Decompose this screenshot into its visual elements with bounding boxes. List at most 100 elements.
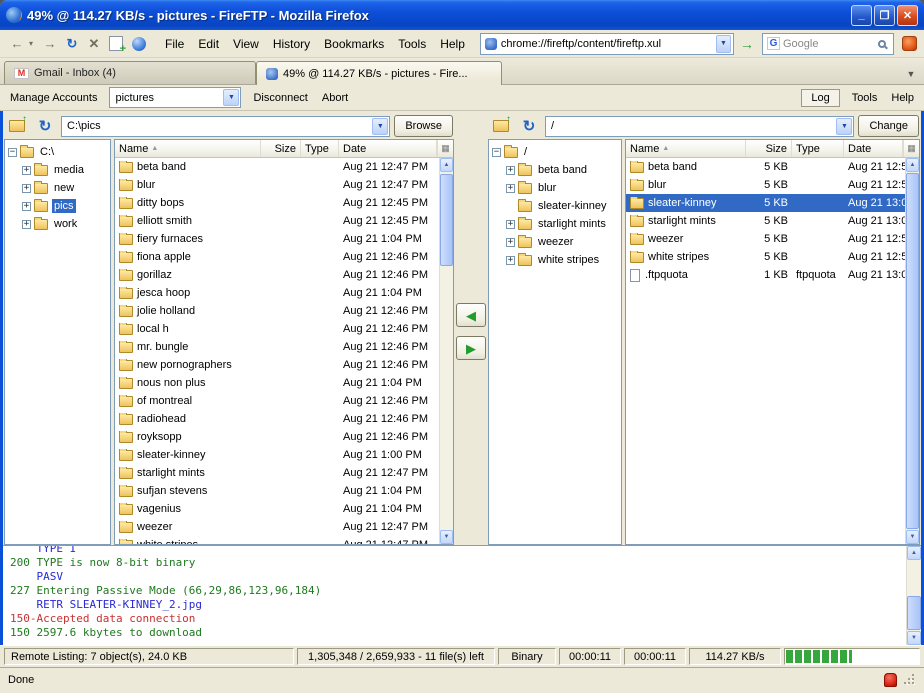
log-scrollbar[interactable]: ▲ ▼	[906, 546, 921, 645]
remote-tree-item[interactable]: − /	[489, 143, 621, 161]
local-file-row[interactable]: white stripes Aug 21 12:47 PM	[115, 536, 439, 544]
local-tree-item[interactable]: + pics	[5, 197, 110, 215]
expand-icon[interactable]: +	[22, 219, 31, 229]
scroll-up-icon[interactable]: ▲	[440, 158, 453, 172]
tools-menu-button[interactable]: Tools	[850, 90, 880, 106]
local-file-row[interactable]: weezer Aug 21 12:47 PM	[115, 518, 439, 536]
search-magnifier-icon[interactable]	[878, 39, 886, 48]
column-header-name[interactable]: Name ▲	[626, 140, 746, 157]
reload-icon[interactable]: ↻	[62, 34, 82, 54]
chevron-down-icon[interactable]: ▼	[372, 117, 389, 135]
new-tab-icon[interactable]	[109, 36, 126, 55]
column-picker-button[interactable]: ▦	[903, 140, 919, 157]
remote-tree-item[interactable]: + white stripes	[489, 251, 621, 269]
remote-list-scrollbar[interactable]: ▲ ▼	[905, 158, 919, 544]
resize-grip[interactable]	[903, 673, 916, 686]
local-file-row[interactable]: beta band Aug 21 12:47 PM	[115, 158, 439, 176]
expand-icon[interactable]: +	[506, 165, 515, 175]
statusbar-extension-icon[interactable]	[884, 672, 897, 687]
fireftp-toolbar-icon[interactable]	[132, 36, 146, 51]
disconnect-button[interactable]: Disconnect	[251, 90, 309, 106]
column-header-type[interactable]: Type	[301, 140, 339, 157]
local-tree-item[interactable]: + work	[5, 215, 110, 233]
scrollbar-thumb[interactable]	[907, 596, 921, 630]
local-file-row[interactable]: radiohead Aug 21 12:46 PM	[115, 410, 439, 428]
tab-fireftp[interactable]: 49% @ 114.27 KB/s - pictures - Fire...	[256, 61, 502, 85]
menu-bookmarks[interactable]: Bookmarks	[317, 34, 391, 54]
upload-button[interactable]: ▶	[456, 336, 486, 360]
help-menu-button[interactable]: Help	[889, 90, 916, 106]
remote-tree-item[interactable]: sleater-kinney	[489, 197, 621, 215]
scroll-up-icon[interactable]: ▲	[906, 158, 919, 172]
collapse-icon[interactable]: −	[8, 147, 17, 157]
local-path-select[interactable]: C:\pics ▼	[61, 115, 391, 137]
local-file-row[interactable]: mr. bungle Aug 21 12:46 PM	[115, 338, 439, 356]
expand-icon[interactable]: +	[22, 183, 31, 193]
expand-icon[interactable]: +	[22, 165, 31, 175]
abort-button[interactable]: Abort	[320, 90, 350, 106]
extension-icon[interactable]	[902, 36, 917, 51]
column-header-date[interactable]: Date	[339, 140, 437, 157]
menu-tools[interactable]: Tools	[391, 34, 433, 54]
column-header-size[interactable]: Size	[746, 140, 792, 157]
scrollbar-track[interactable]	[906, 172, 919, 530]
local-file-row[interactable]: blur Aug 21 12:47 PM	[115, 176, 439, 194]
local-file-row[interactable]: vagenius Aug 21 1:04 PM	[115, 500, 439, 518]
scroll-down-icon[interactable]: ▼	[907, 631, 921, 645]
expand-icon[interactable]: +	[506, 219, 515, 229]
menu-edit[interactable]: Edit	[191, 34, 226, 54]
back-icon[interactable]: ←	[7, 34, 27, 54]
url-dropdown-icon[interactable]: ▼	[716, 34, 731, 53]
local-up-directory-button[interactable]	[5, 114, 29, 137]
remote-tree-item[interactable]: + starlight mints	[489, 215, 621, 233]
local-file-row[interactable]: elliott smith Aug 21 12:45 PM	[115, 212, 439, 230]
local-file-row[interactable]: gorillaz Aug 21 12:46 PM	[115, 266, 439, 284]
column-picker-button[interactable]: ▦	[437, 140, 453, 157]
local-file-row[interactable]: royksopp Aug 21 12:46 PM	[115, 428, 439, 446]
scroll-down-icon[interactable]: ▼	[906, 530, 919, 544]
menu-view[interactable]: View	[226, 34, 266, 54]
tab-list-dropdown-icon[interactable]: ▼	[902, 64, 920, 84]
column-header-size[interactable]: Size	[261, 140, 301, 157]
browse-button[interactable]: Browse	[394, 115, 453, 137]
remote-tree-item[interactable]: + blur	[489, 179, 621, 197]
remote-file-row[interactable]: blur 5 KB Aug 21 12:51	[626, 176, 905, 194]
local-list-scrollbar[interactable]: ▲ ▼	[439, 158, 453, 544]
search-input[interactable]	[783, 37, 875, 50]
collapse-icon[interactable]: −	[492, 147, 501, 157]
menu-file[interactable]: File	[158, 34, 191, 54]
local-file-row[interactable]: jesca hoop Aug 21 1:04 PM	[115, 284, 439, 302]
log-toggle-button[interactable]: Log	[801, 88, 840, 107]
local-tree-item[interactable]: + media	[5, 161, 110, 179]
column-header-date[interactable]: Date	[844, 140, 903, 157]
expand-icon[interactable]: +	[506, 237, 515, 247]
remote-file-row[interactable]: white stripes 5 KB Aug 21 12:54	[626, 248, 905, 266]
local-file-row[interactable]: jolie holland Aug 21 12:46 PM	[115, 302, 439, 320]
remote-path-select[interactable]: / ▼	[545, 115, 855, 137]
scrollbar-thumb[interactable]	[440, 174, 453, 266]
menu-help[interactable]: Help	[433, 34, 472, 54]
scrollbar-track[interactable]	[907, 560, 921, 631]
chevron-down-icon[interactable]: ▼	[223, 89, 240, 106]
local-file-row[interactable]: fiery furnaces Aug 21 1:04 PM	[115, 230, 439, 248]
remote-file-row[interactable]: .ftpquota 1 KB ftpquota Aug 21 13:06	[626, 266, 905, 284]
stop-icon[interactable]: ✕	[84, 34, 104, 54]
account-select[interactable]: pictures ▼	[109, 87, 242, 108]
local-file-row[interactable]: of montreal Aug 21 12:46 PM	[115, 392, 439, 410]
expand-icon[interactable]: +	[22, 201, 31, 211]
remote-file-row[interactable]: weezer 5 KB Aug 21 12:54	[626, 230, 905, 248]
local-file-row[interactable]: new pornographers Aug 21 12:46 PM	[115, 356, 439, 374]
minimize-button[interactable]: _	[851, 4, 872, 26]
google-engine-icon[interactable]: G	[767, 37, 780, 50]
scrollbar-thumb[interactable]	[906, 173, 919, 529]
go-button[interactable]: →	[736, 34, 758, 54]
column-header-type[interactable]: Type	[792, 140, 844, 157]
remote-file-row[interactable]: sleater-kinney 5 KB Aug 21 13:02	[626, 194, 905, 212]
local-refresh-button[interactable]: ↻	[33, 115, 57, 137]
local-file-row[interactable]: nous non plus Aug 21 1:04 PM	[115, 374, 439, 392]
maximize-button[interactable]: ❐	[874, 4, 895, 26]
local-file-row[interactable]: sleater-kinney Aug 21 1:00 PM	[115, 446, 439, 464]
close-button[interactable]: ✕	[897, 4, 918, 26]
menu-history[interactable]: History	[266, 34, 317, 54]
tab-gmail[interactable]: M Gmail - Inbox (4)	[4, 61, 256, 84]
